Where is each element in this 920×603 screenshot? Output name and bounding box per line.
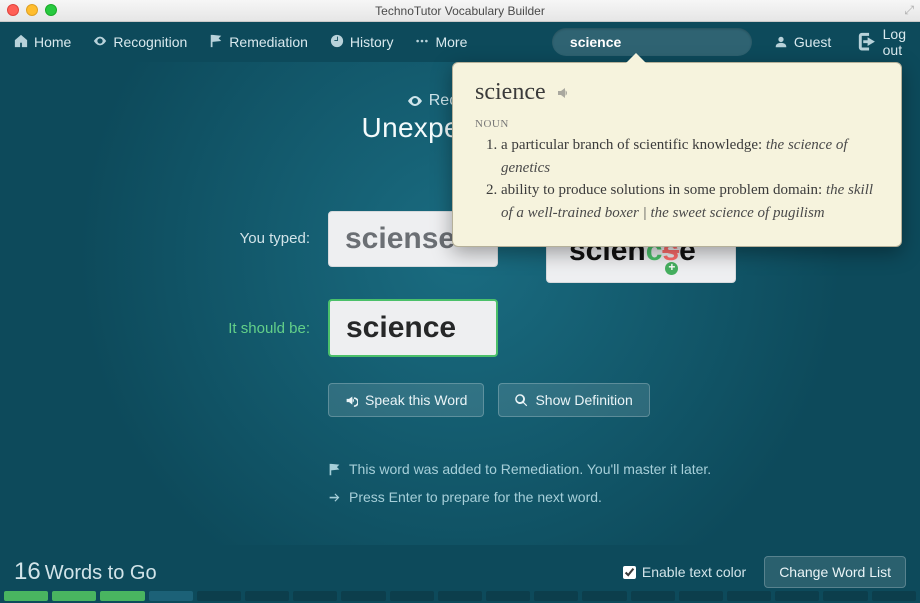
hint-next: Press Enter to prepare for the next word… [328,483,830,511]
definition-1: a particular branch of scientific knowle… [501,134,879,179]
enable-text-color-checkbox[interactable] [623,566,636,579]
speak-word-button[interactable]: Speak this Word [328,383,484,417]
enable-text-color-label: Enable text color [642,564,746,580]
minimize-window-button[interactable] [26,4,38,16]
progress-bar [0,591,920,603]
flag-icon [328,463,341,476]
footer: 16Words to Go Enable text color Change W… [0,545,920,603]
progress-segment [52,591,96,601]
progress-segment [872,591,916,601]
mac-titlebar: TechnoTutor Vocabulary Builder ⤢ [0,0,920,22]
home-icon [14,34,28,51]
arrow-right-icon [328,491,341,504]
hint-remediation: This word was added to Remediation. You'… [328,455,830,483]
hint-notes: This word was added to Remediation. You'… [328,455,830,511]
window-title: TechnoTutor Vocabulary Builder [375,4,545,18]
progress-segment [438,591,482,601]
user-icon [774,35,788,49]
plus-icon: + [665,262,678,275]
hint-remediation-text: This word was added to Remediation. You'… [349,455,711,483]
nav-history[interactable]: History [330,34,394,51]
enable-text-color-toggle[interactable]: Enable text color [623,564,746,580]
action-buttons: Speak this Word Show Definition [328,383,830,417]
change-word-list-button[interactable]: Change Word List [764,556,906,588]
nav-recognition-label: Recognition [113,34,187,50]
definition-popover: science NOUN a particular branch of scie… [452,62,902,247]
traffic-lights [7,4,57,16]
expand-icon[interactable]: ⤢ [904,3,914,18]
progress-segment [390,591,434,601]
search-input[interactable] [570,34,766,50]
definition-1-text: a particular branch of scientific knowle… [501,137,766,153]
progress-segment [486,591,530,601]
definitions-list: a particular branch of scientific knowle… [501,134,879,224]
show-definition-label: Show Definition [535,392,632,408]
progress-segment [197,591,241,601]
nav-logout-label: Log out [883,26,906,58]
nav-guest[interactable]: Guest [774,34,831,50]
you-typed-label: You typed: [90,230,310,247]
progress-segment [341,591,385,601]
words-to-go-label: Words to Go [45,562,157,584]
main-panel: Recognition Unexpected Co You typed: sci… [0,62,920,545]
speaker-icon[interactable] [556,85,572,101]
progress-segment [775,591,819,601]
nav-guest-label: Guest [794,34,831,50]
progress-segment [245,591,289,601]
words-to-go: 16Words to Go [14,558,157,586]
progress-segment [4,591,48,601]
nav-more-label: More [435,34,467,50]
part-of-speech: NOUN [475,118,879,130]
progress-segment [100,591,144,601]
zoom-window-button[interactable] [45,4,57,16]
eye-icon [407,93,423,109]
nav-home[interactable]: Home [14,34,71,51]
progress-segment [727,591,771,601]
nav-home-label: Home [34,34,71,50]
top-nav: Home Recognition Remediation History Mor… [0,22,920,62]
more-icon [415,34,429,51]
should-be-box: science [328,299,498,357]
progress-segment [149,591,193,601]
show-definition-button[interactable]: Show Definition [498,383,649,417]
progress-segment [534,591,578,601]
popover-word: science [475,79,879,106]
nav-remediation[interactable]: Remediation [209,34,308,51]
speak-word-label: Speak this Word [365,392,467,408]
definition-2-text: ability to produce solutions in some pro… [501,182,826,198]
nav-recognition[interactable]: Recognition [93,34,187,51]
nav-logout[interactable]: Log out [853,26,906,58]
progress-segment [582,591,626,601]
progress-segment [631,591,675,601]
logout-icon [853,30,876,53]
words-to-go-count: 16 [14,558,41,585]
nav-more[interactable]: More [415,34,467,51]
nav-history-label: History [350,34,394,50]
speaker-icon [345,394,358,407]
definition-2: ability to produce solutions in some pro… [501,179,879,224]
hint-next-text: Press Enter to prepare for the next word… [349,483,602,511]
clock-icon [330,34,344,51]
change-word-list-label: Change Word List [779,564,891,580]
should-be-label: It should be: [90,320,310,337]
popover-word-text: science [475,79,546,106]
search-box[interactable] [552,28,752,56]
nav-remediation-label: Remediation [229,34,308,50]
search-icon [515,394,528,407]
eye-icon [93,34,107,51]
flag-icon [209,34,223,51]
progress-segment [679,591,723,601]
close-window-button[interactable] [7,4,19,16]
progress-segment [293,591,337,601]
progress-segment [823,591,867,601]
